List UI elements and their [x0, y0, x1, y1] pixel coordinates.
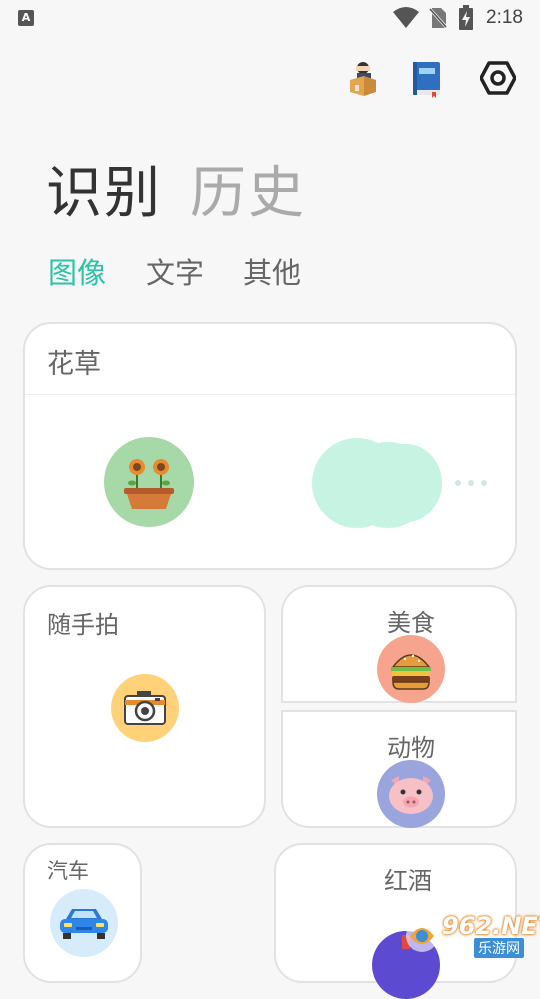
- pig-icon[interactable]: [377, 760, 445, 828]
- flower-pot-icon[interactable]: [104, 437, 194, 527]
- wifi-icon: [393, 7, 419, 28]
- clock: 2:18: [486, 7, 523, 28]
- app-notification-icon: A: [18, 10, 34, 26]
- watermark-logo: 962.NET 乐游网: [400, 910, 540, 960]
- card-animal[interactable]: 动物: [281, 710, 517, 828]
- watermark-subtext: 乐游网: [474, 938, 524, 958]
- card-snap[interactable]: 随手拍: [23, 585, 266, 828]
- book-icon[interactable]: [410, 60, 446, 98]
- more-dots-icon[interactable]: [455, 480, 487, 486]
- card-car-title: 汽车: [47, 859, 89, 883]
- page-title: 识别: [46, 161, 162, 226]
- card-car[interactable]: 汽车: [23, 843, 142, 983]
- divider: [25, 394, 515, 395]
- watermark-text: 962.NET: [442, 912, 540, 940]
- status-bar: A 2:18: [0, 0, 540, 36]
- package-person-icon[interactable]: [346, 60, 382, 96]
- car-icon[interactable]: [50, 889, 118, 957]
- settings-hexagon-icon[interactable]: [479, 60, 517, 96]
- blob-placeholder: [370, 444, 442, 522]
- card-snap-title: 随手拍: [47, 611, 119, 639]
- burger-icon[interactable]: [377, 635, 445, 703]
- card-flower[interactable]: 花草: [23, 322, 517, 570]
- card-food[interactable]: 美食: [281, 585, 517, 703]
- card-flower-title: 花草: [47, 349, 101, 380]
- battery-charging-icon: [459, 5, 473, 30]
- tab-text[interactable]: 文字: [146, 250, 204, 292]
- history-link[interactable]: 历史: [190, 148, 306, 229]
- card-food-title: 美食: [387, 609, 435, 637]
- tab-other[interactable]: 其他: [243, 250, 301, 292]
- camera-icon[interactable]: [111, 674, 179, 742]
- card-wine-title: 红酒: [384, 867, 432, 895]
- tab-image[interactable]: 图像: [48, 250, 106, 292]
- card-animal-title: 动物: [387, 734, 435, 762]
- no-sim-icon: [428, 6, 448, 30]
